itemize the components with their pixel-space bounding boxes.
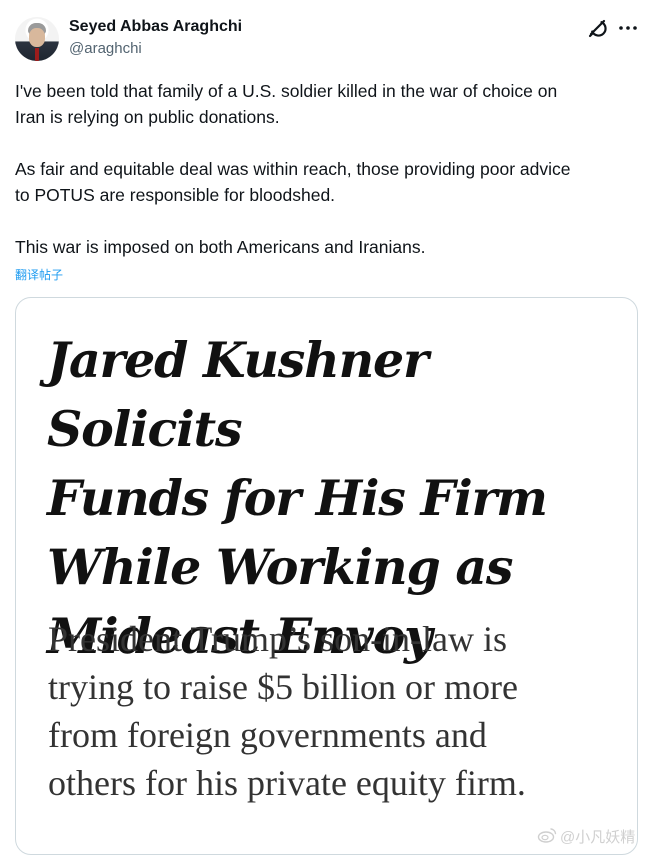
author-handle[interactable]: @araghchi	[69, 40, 142, 57]
media-card[interactable]: Jared Kushner Solicits Funds for His Fir…	[15, 297, 638, 855]
author-name[interactable]: Seyed Abbas Araghchi	[69, 18, 242, 36]
grok-icon[interactable]	[587, 17, 609, 39]
more-icon[interactable]	[617, 17, 639, 39]
avatar-face	[29, 28, 45, 47]
watermark-text: @小凡妖精	[560, 829, 636, 846]
avatar-tie	[35, 48, 39, 61]
translate-post-link[interactable]: 翻译帖子	[15, 266, 63, 283]
avatar[interactable]	[15, 17, 59, 61]
weibo-logo-icon	[537, 828, 557, 843]
article-subheadline: President Trump’s son-in-law is trying t…	[48, 619, 526, 803]
tweet-text: I've been told that family of a U.S. sol…	[15, 81, 571, 257]
